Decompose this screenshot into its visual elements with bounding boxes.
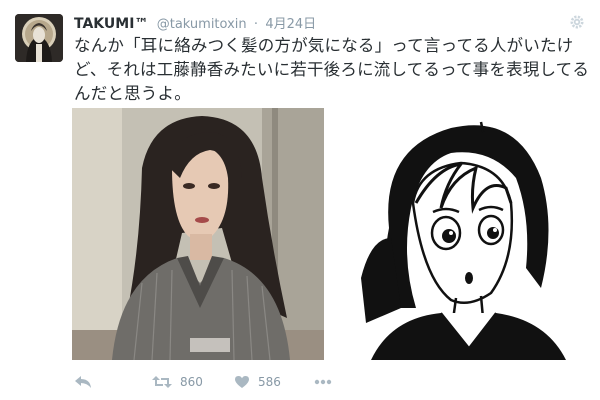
- tweet-header: TAKUMI™ @takumitoxin · 4月24日: [74, 13, 570, 35]
- like-button[interactable]: 586: [234, 370, 281, 394]
- retweet-icon: [152, 375, 172, 389]
- media-photo[interactable]: [72, 108, 324, 360]
- more-button[interactable]: [314, 370, 332, 394]
- user-handle[interactable]: @takumitoxin: [157, 17, 247, 32]
- tweet-card: TAKUMI™ @takumitoxin · 4月24日 なんか「耳に絡みつく髪…: [0, 0, 600, 400]
- drawing-image: [341, 108, 593, 360]
- separator-dot: ·: [253, 17, 259, 32]
- heart-icon: [234, 375, 250, 389]
- photo-image: [72, 108, 324, 360]
- retweet-count: 860: [180, 375, 203, 389]
- more-dots-icon: [314, 379, 332, 385]
- avatar[interactable]: [15, 14, 63, 62]
- media-drawing[interactable]: [341, 108, 593, 360]
- tweet-date[interactable]: 4月24日: [265, 17, 316, 32]
- display-name[interactable]: TAKUMI™: [74, 16, 148, 32]
- tweet-text: なんか「耳に絡みつく髪の方が気になる」って言ってる人がいたけど、それは工藤静香み…: [74, 36, 590, 103]
- like-count: 586: [258, 375, 281, 389]
- gear-icon[interactable]: [570, 14, 584, 29]
- avatar-image: [15, 14, 63, 62]
- reply-button[interactable]: [74, 370, 92, 394]
- retweet-button[interactable]: 860: [152, 370, 203, 394]
- tweet-actions: 860 586: [74, 370, 574, 394]
- reply-icon: [74, 375, 92, 389]
